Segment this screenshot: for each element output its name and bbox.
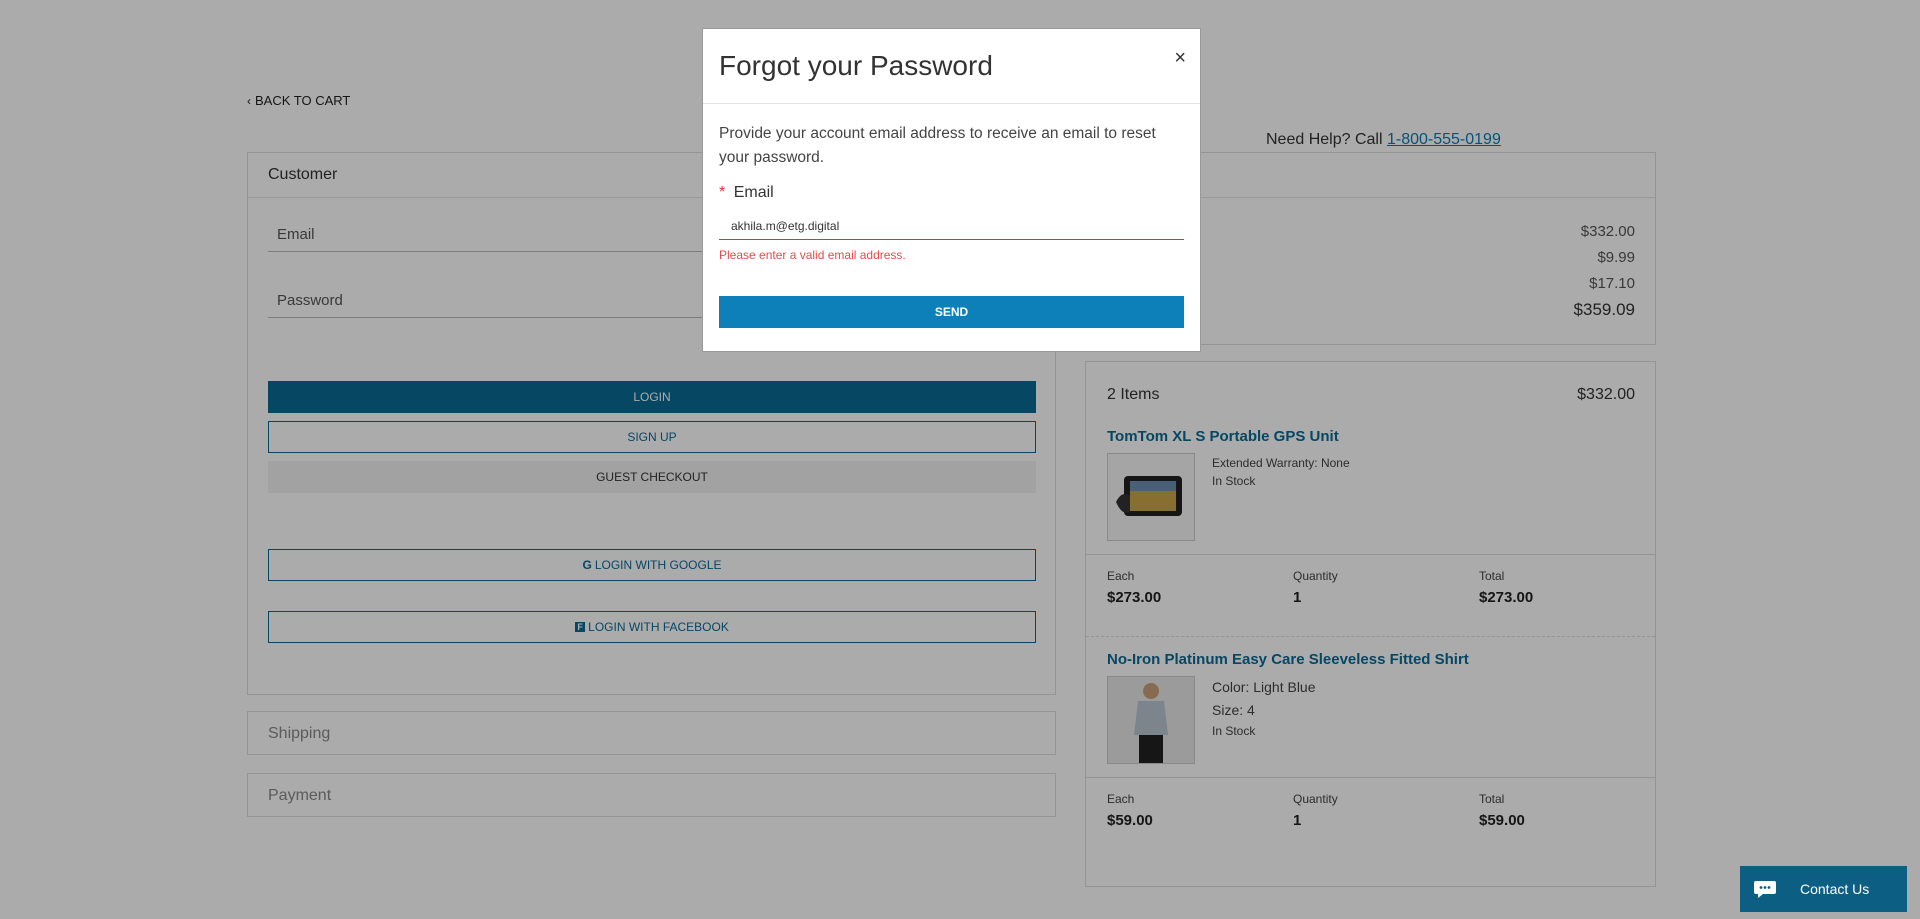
send-button[interactable]: SEND: [719, 296, 1184, 328]
contact-us-chat-button[interactable]: Contact Us: [1740, 866, 1907, 912]
required-marker: *: [719, 184, 726, 201]
email-error-message: Please enter a valid email address.: [719, 248, 906, 262]
dialog-description: Provide your account email address to re…: [719, 125, 1156, 166]
chat-icon: [1754, 880, 1776, 898]
forgot-password-dialog: Forgot your Password × Provide your acco…: [702, 28, 1201, 352]
dialog-header: Forgot your Password: [703, 29, 1200, 104]
dialog-title: Forgot your Password: [719, 50, 993, 81]
email-label-text: Email: [733, 184, 774, 201]
email-label: * Email: [719, 184, 1184, 202]
reset-email-input[interactable]: [719, 212, 1184, 240]
close-icon[interactable]: ×: [1174, 47, 1186, 70]
dialog-body: Provide your account email address to re…: [703, 104, 1200, 346]
contact-us-label: Contact Us: [1800, 881, 1870, 897]
